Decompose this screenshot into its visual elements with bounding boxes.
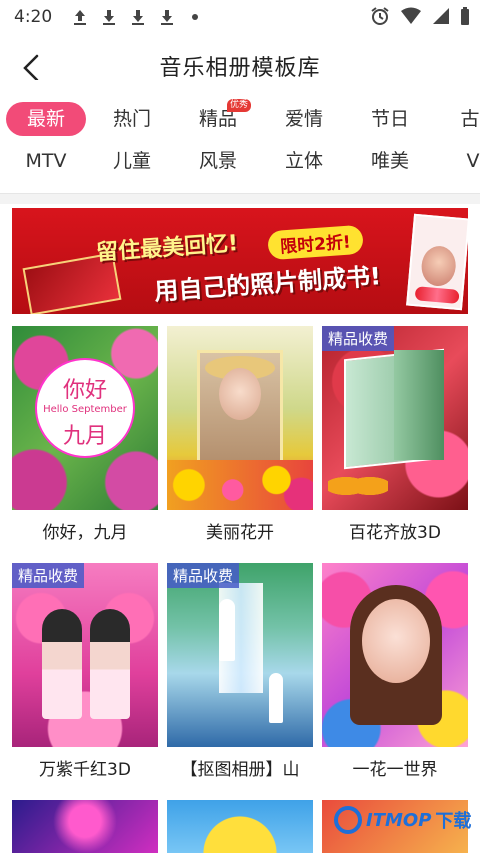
template-title: 万紫千红3D bbox=[39, 760, 131, 780]
portrait-figure bbox=[269, 673, 283, 723]
download-icon bbox=[132, 10, 144, 25]
template-thumbnail: 精品收费 bbox=[322, 326, 468, 510]
thumb-text-hello-september: Hello September bbox=[43, 404, 127, 415]
tab-label: 儿童 bbox=[112, 150, 151, 172]
template-card[interactable] bbox=[12, 800, 158, 853]
status-bar: 4:20 bbox=[0, 0, 480, 34]
tab-label: 最新 bbox=[26, 108, 65, 130]
template-card[interactable]: 精品收费 百花齐放3D bbox=[322, 326, 468, 543]
cell-signal-icon bbox=[433, 8, 449, 24]
template-title: 美丽花开 bbox=[206, 523, 274, 543]
flower-border bbox=[167, 460, 313, 510]
discount-pill: 限时2折! bbox=[267, 224, 364, 261]
template-title: 一花一世界 bbox=[352, 760, 438, 780]
card-heart-decoration bbox=[414, 286, 460, 304]
site-watermark: ITMOP 下载 bbox=[334, 806, 471, 834]
photo-cube-side bbox=[394, 350, 444, 460]
tab-label-wrap: 精品 优秀 bbox=[199, 99, 251, 136]
status-notifications bbox=[72, 8, 198, 26]
portrait-figure bbox=[90, 609, 130, 719]
tab-label: 节日 bbox=[370, 108, 409, 130]
template-card[interactable] bbox=[167, 800, 313, 853]
category-tabs: 最新 热门 精品 优秀 爱情 节日 古 MTV 儿童 风景 立体 唯美 V bbox=[0, 98, 480, 194]
template-thumbnail: 精品收费 bbox=[12, 563, 158, 747]
butterfly-icon bbox=[328, 468, 388, 504]
premium-paid-tag: 精品收费 bbox=[12, 563, 85, 588]
premium-paid-tag: 精品收费 bbox=[322, 326, 395, 351]
tab-mtv[interactable]: MTV bbox=[14, 144, 78, 178]
template-thumbnail bbox=[167, 800, 313, 853]
premium-paid-tag: 精品收费 bbox=[167, 563, 240, 588]
photo-card-image bbox=[406, 213, 468, 311]
tab-label: 爱情 bbox=[284, 108, 323, 130]
card-portrait bbox=[419, 244, 458, 288]
page-title: 音乐相册模板库 bbox=[159, 56, 321, 81]
template-card[interactable]: 美丽花开 bbox=[167, 326, 313, 543]
template-thumbnail bbox=[322, 563, 468, 747]
tab-premium[interactable]: 精品 优秀 bbox=[186, 99, 251, 136]
tab-kids[interactable]: 儿童 bbox=[100, 144, 164, 178]
watermark-suffix: 下载 bbox=[435, 811, 472, 832]
back-arrow-icon bbox=[23, 54, 39, 80]
template-thumbnail bbox=[167, 326, 313, 510]
photo-book-banner[interactable]: 留住最美回忆! 限时2折! 用自己的照片制成书! bbox=[12, 208, 468, 314]
portrait-figure bbox=[42, 609, 82, 719]
tab-ancient[interactable]: 古 bbox=[450, 102, 480, 136]
tab-label: MTV bbox=[25, 150, 67, 172]
excellent-badge: 优秀 bbox=[226, 99, 251, 112]
template-thumbnail: 精品收费 bbox=[167, 563, 313, 747]
template-card[interactable]: 你好 Hello September 九月 你好，九月 bbox=[12, 326, 158, 543]
template-thumbnail bbox=[12, 800, 158, 853]
template-thumbnail: 你好 Hello September 九月 bbox=[12, 326, 158, 510]
portrait-face bbox=[362, 599, 430, 683]
tab-aesthetic[interactable]: 唯美 bbox=[358, 144, 422, 178]
alarm-icon bbox=[371, 7, 389, 25]
tab-3d[interactable]: 立体 bbox=[272, 144, 336, 178]
status-time: 4:20 bbox=[14, 7, 53, 27]
template-card[interactable]: 一花一世界 bbox=[322, 563, 468, 780]
download-icon bbox=[103, 10, 115, 25]
wifi-icon bbox=[401, 7, 421, 24]
watermark-logo-icon bbox=[334, 806, 362, 834]
portrait-figure bbox=[219, 599, 235, 661]
thumb-text-hello: 你好 bbox=[62, 378, 107, 403]
tab-label: V bbox=[466, 150, 480, 172]
tab-label: 热门 bbox=[112, 108, 151, 130]
tab-label: 唯美 bbox=[370, 150, 409, 172]
tab-scenery[interactable]: 风景 bbox=[186, 144, 250, 178]
tab-hot[interactable]: 热门 bbox=[100, 102, 164, 136]
tab-label: 风景 bbox=[198, 150, 237, 172]
tab-label: 立体 bbox=[284, 150, 323, 172]
template-title: 百花齐放3D bbox=[349, 523, 441, 543]
back-button[interactable] bbox=[14, 48, 50, 84]
tab-holiday[interactable]: 节日 bbox=[358, 102, 422, 136]
section-divider bbox=[0, 194, 480, 204]
portrait-face bbox=[219, 368, 261, 420]
watermark-brand: ITMOP bbox=[366, 809, 432, 831]
template-card[interactable]: 精品收费 万紫千红3D bbox=[12, 563, 158, 780]
template-card[interactable]: 精品收费 【抠图相册】山 bbox=[167, 563, 313, 780]
banner-headline: 留住最美回忆! bbox=[95, 231, 239, 266]
tab-latest[interactable]: 最新 bbox=[6, 102, 86, 136]
app-header: 音乐相册模板库 bbox=[0, 36, 480, 96]
tab-label: 古 bbox=[460, 108, 480, 130]
tab-v[interactable]: V bbox=[458, 144, 480, 178]
upload-icon bbox=[74, 10, 86, 25]
banner-subline: 用自己的照片制成书! bbox=[153, 262, 382, 306]
thumb-text-september: 九月 bbox=[62, 424, 107, 449]
battery-icon bbox=[461, 7, 469, 25]
download-icon bbox=[161, 10, 173, 25]
template-title: 你好，九月 bbox=[42, 523, 128, 543]
template-title: 【抠图相册】山 bbox=[180, 760, 300, 780]
status-system-icons bbox=[370, 6, 470, 26]
more-notifications-dot bbox=[192, 14, 198, 20]
tab-love[interactable]: 爱情 bbox=[272, 102, 336, 136]
